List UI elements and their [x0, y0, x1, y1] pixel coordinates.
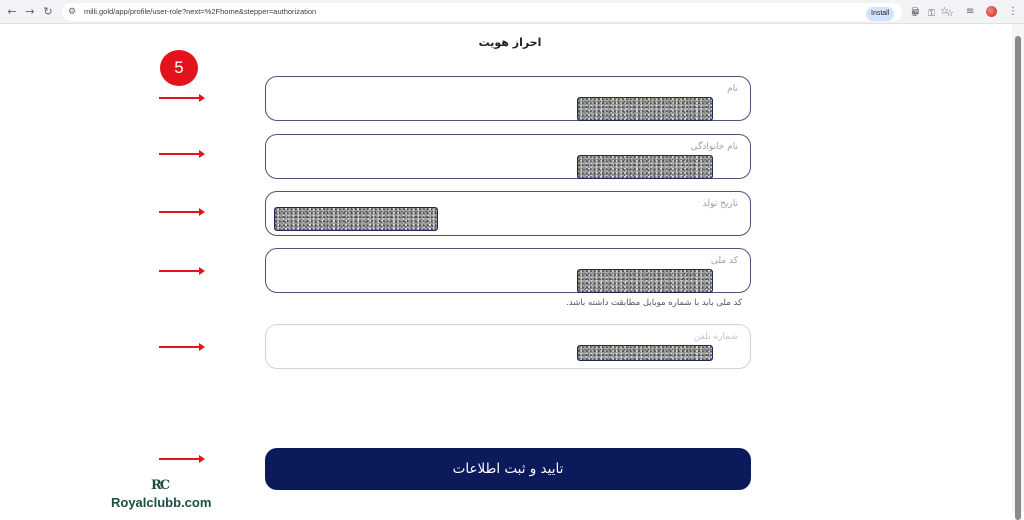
birth-date-field[interactable]: تاریخ تولد	[265, 191, 751, 236]
scrollbar-thumb[interactable]	[1015, 36, 1021, 520]
redacted-value	[274, 207, 438, 231]
page-scrollbar[interactable]	[1012, 24, 1024, 520]
first-name-label: نام	[727, 84, 738, 94]
phone-number-field[interactable]: شماره تلفن	[265, 324, 751, 369]
reload-icon[interactable]: ↻	[40, 4, 56, 20]
annotation-arrow	[159, 343, 205, 351]
annotation-arrow	[159, 455, 205, 463]
address-url[interactable]: milli.gold/app/profile/user-role?next=%2…	[84, 3, 316, 21]
national-code-label: کد ملی	[710, 256, 738, 266]
annotation-arrow	[159, 150, 205, 158]
national-code-hint: کد ملی باید با شماره موبایل مطابقت داشته…	[566, 298, 742, 308]
watermark-logo: RC	[151, 478, 170, 493]
phone-number-label: شماره تلفن	[693, 332, 738, 342]
national-code-field[interactable]: کد ملی	[265, 248, 751, 293]
last-name-label: نام خانوادگی	[690, 142, 738, 152]
page-title: احراز هویت	[478, 36, 542, 49]
step-number-badge: 5	[160, 50, 198, 86]
media-controls-icon[interactable]: ≡	[966, 4, 974, 20]
annotation-arrow	[159, 208, 205, 216]
redacted-value	[577, 345, 713, 361]
annotation-arrow	[159, 267, 205, 275]
birth-date-label: تاریخ تولد	[702, 199, 738, 209]
browser-toolbar: ← → ↻ ⚙ milli.gold/app/profile/user-role…	[0, 0, 1024, 24]
annotation-arrow	[159, 94, 205, 102]
first-name-field[interactable]: نام	[265, 76, 751, 121]
watermark-text: Royalclubb.com	[111, 495, 212, 510]
submit-button[interactable]: تایید و ثبت اطلاعات	[265, 448, 751, 490]
address-bar[interactable]: ⚙ milli.gold/app/profile/user-role?next=…	[62, 3, 954, 21]
redacted-value	[577, 97, 713, 121]
profile-avatar[interactable]	[986, 6, 997, 17]
forward-arrow-icon[interactable]: →	[22, 4, 38, 20]
redacted-value	[577, 155, 713, 179]
redacted-value	[577, 269, 713, 293]
site-settings-icon[interactable]: ⚙	[68, 5, 76, 19]
install-app-button[interactable]: Install	[866, 7, 895, 21]
extensions-icon[interactable]: ⧉	[912, 4, 919, 20]
tab-search-icon[interactable]: ☆	[940, 4, 949, 20]
password-key-icon[interactable]: ⚿	[928, 7, 935, 21]
back-arrow-icon[interactable]: ←	[4, 4, 20, 20]
last-name-field[interactable]: نام خانوادگی	[265, 134, 751, 179]
more-menu-icon[interactable]: ⋮	[1008, 4, 1018, 20]
